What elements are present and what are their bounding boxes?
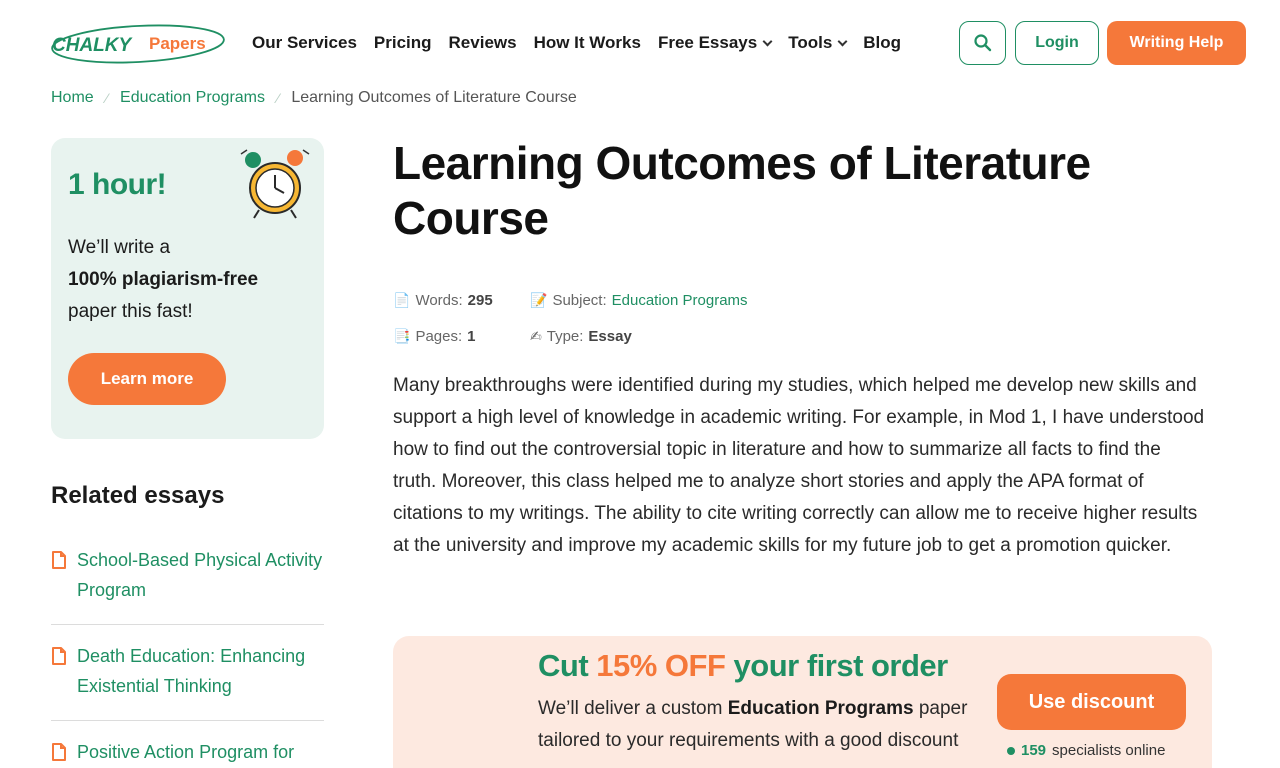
document-icon: [52, 551, 66, 569]
search-button[interactable]: [959, 21, 1006, 65]
learn-more-button[interactable]: Learn more: [68, 353, 226, 405]
related-essays-list: School-Based Physical Activity Program D…: [51, 544, 324, 768]
nav-free-essays[interactable]: Free Essays: [657, 33, 773, 53]
breadcrumb-home[interactable]: Home: [51, 89, 94, 107]
online-count: 159: [1021, 742, 1047, 759]
login-button[interactable]: Login: [1015, 21, 1099, 65]
meta-pages-label: Pages:: [415, 327, 463, 345]
nav-pricing[interactable]: Pricing: [374, 33, 432, 53]
document-icon: [52, 647, 66, 665]
promo-card: 1 hour! We’ll write a 100% plagiarism-fr…: [51, 138, 324, 439]
discount-text-part1: We’ll deliver a custom: [538, 698, 728, 719]
logo-text-chalky: CHALKY: [52, 35, 133, 56]
writing-help-button[interactable]: Writing Help: [1107, 21, 1246, 65]
meta-type-label: Type:: [546, 327, 584, 345]
meta-subject-link[interactable]: Education Programs: [612, 292, 748, 309]
list-item[interactable]: Positive Action Program for: [51, 736, 324, 768]
page-icon: 📄: [393, 291, 411, 308]
list-item[interactable]: School-Based Physical Activity Program: [51, 544, 324, 625]
chevron-down-icon: [762, 36, 773, 46]
meta-words-label: Words:: [415, 291, 463, 309]
online-dot-icon: [1007, 746, 1015, 755]
specialists-online: 159 specialists online: [1007, 742, 1165, 759]
related-essay-link[interactable]: Positive Action Program for: [77, 737, 294, 767]
nav-reviews[interactable]: Reviews: [449, 33, 517, 53]
meta-type: ✍ Type: Essay: [530, 328, 632, 345]
meta-pages-value: 1: [467, 327, 476, 345]
online-label: specialists online: [1052, 742, 1166, 759]
related-essays-heading: Related essays: [51, 482, 225, 509]
meta-subject: 📝 Subject: Education Programs: [530, 292, 748, 309]
discount-percent: 15% OFF: [596, 648, 726, 683]
pages-icon: 📑: [393, 327, 411, 344]
discount-text: We’ll deliver a custom Education Program…: [538, 693, 978, 757]
discount-title: Cut 15% OFF your first order: [538, 648, 948, 684]
discount-title-part1: Cut: [538, 648, 597, 683]
nav-tools-label: Tools: [788, 33, 833, 52]
nav-tools[interactable]: Tools: [788, 33, 848, 53]
nav-how-it-works[interactable]: How It Works: [534, 33, 641, 53]
use-discount-button[interactable]: Use discount: [997, 674, 1186, 730]
site-header: CHALKY Papers Our Services Pricing Revie…: [0, 0, 1280, 88]
essay-body: Many breakthroughs were identified durin…: [393, 375, 1205, 556]
alarm-clock-icon: [240, 149, 310, 219]
search-icon: [973, 34, 991, 52]
meta-words: 📄 Words: 295: [393, 292, 530, 309]
meta-subject-label: Subject:: [552, 291, 607, 309]
breadcrumb-current: Learning Outcomes of Literature Course: [291, 89, 577, 106]
main-nav: Our Services Pricing Reviews How It Work…: [252, 33, 901, 53]
discount-title-part2: your first order: [725, 648, 949, 683]
promo-line-3: paper this fast!: [68, 301, 193, 322]
meta-type-value: Essay: [588, 327, 632, 345]
breadcrumb-category[interactable]: Education Programs: [120, 89, 265, 107]
logo-text-papers: Papers: [149, 34, 206, 53]
breadcrumb-separator-icon: ⁄: [277, 90, 280, 106]
nav-our-services[interactable]: Our Services: [252, 33, 357, 53]
discount-subject: Education Programs: [727, 698, 914, 719]
meta-pages: 📑 Pages: 1: [393, 328, 530, 345]
meta-words-value: 295: [467, 291, 493, 309]
promo-line-2: 100% plagiarism-free: [68, 269, 259, 290]
list-item[interactable]: Death Education: Enhancing Existential T…: [51, 640, 324, 721]
page-title: Learning Outcomes of Literature Course: [393, 137, 1091, 244]
discount-banner: Cut 15% OFF your first order We’ll deliv…: [393, 636, 1212, 768]
related-essay-link[interactable]: Death Education: Enhancing Existential T…: [77, 641, 324, 701]
promo-title: 1 hour!: [68, 168, 167, 201]
essay-meta: 📄 Words: 295 📝 Subject: Education Progra…: [393, 282, 813, 354]
nav-blog[interactable]: Blog: [863, 33, 901, 53]
meta-row: 📄 Words: 295 📝 Subject: Education Progra…: [393, 282, 813, 318]
promo-text: We’ll write a 100% plagiarism-free paper…: [68, 232, 308, 328]
memo-icon: 📝: [530, 291, 548, 308]
chevron-down-icon: [837, 36, 848, 46]
nav-free-essays-label: Free Essays: [657, 33, 758, 52]
breadcrumb-separator-icon: ⁄: [105, 90, 109, 106]
document-icon: [52, 743, 66, 761]
breadcrumb: Home ⁄ Education Programs ⁄ Learning Out…: [51, 89, 577, 107]
meta-row: 📑 Pages: 1 ✍ Type: Essay: [393, 318, 813, 354]
writing-hand-icon: ✍: [530, 327, 542, 344]
promo-line-1: We’ll write a: [68, 237, 171, 258]
related-essay-link[interactable]: School-Based Physical Activity Program: [77, 545, 324, 605]
chalky-papers-logo[interactable]: CHALKY Papers: [50, 24, 228, 64]
